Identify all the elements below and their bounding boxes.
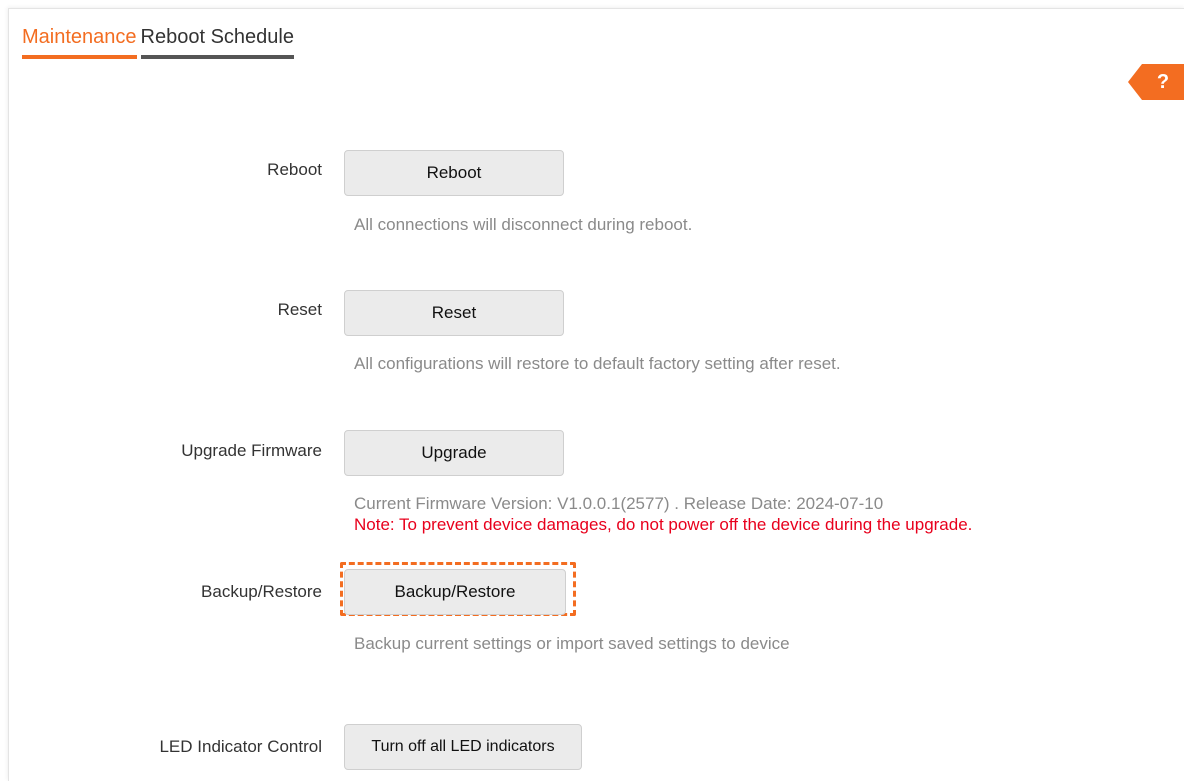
upgrade-button[interactable]: Upgrade (344, 430, 564, 476)
tab-bar: Maintenance Reboot Schedule (22, 26, 294, 59)
backup-restore-hint: Backup current settings or import saved … (354, 634, 790, 653)
firmware-version-text: Current Firmware Version: V1.0.0.1(2577)… (354, 494, 884, 513)
backup-restore-label: Backup/Restore (201, 582, 322, 601)
upgrade-firmware-label: Upgrade Firmware (181, 441, 322, 460)
backup-restore-button[interactable]: Backup/Restore (344, 569, 566, 615)
upgrade-warning-note: Note: To prevent device damages, do not … (354, 515, 973, 534)
reset-button[interactable]: Reset (344, 290, 564, 336)
tab-maintenance[interactable]: Maintenance (22, 26, 137, 59)
led-indicator-label: LED Indicator Control (159, 737, 322, 756)
maintenance-panel (8, 8, 1184, 781)
reset-hint: All configurations will restore to defau… (354, 354, 841, 373)
reboot-hint: All connections will disconnect during r… (354, 215, 693, 234)
reset-label: Reset (277, 300, 322, 319)
reboot-label: Reboot (267, 160, 322, 179)
reboot-button[interactable]: Reboot (344, 150, 564, 196)
tab-reboot-schedule[interactable]: Reboot Schedule (140, 26, 294, 59)
turn-off-led-button[interactable]: Turn off all LED indicators (344, 724, 582, 770)
